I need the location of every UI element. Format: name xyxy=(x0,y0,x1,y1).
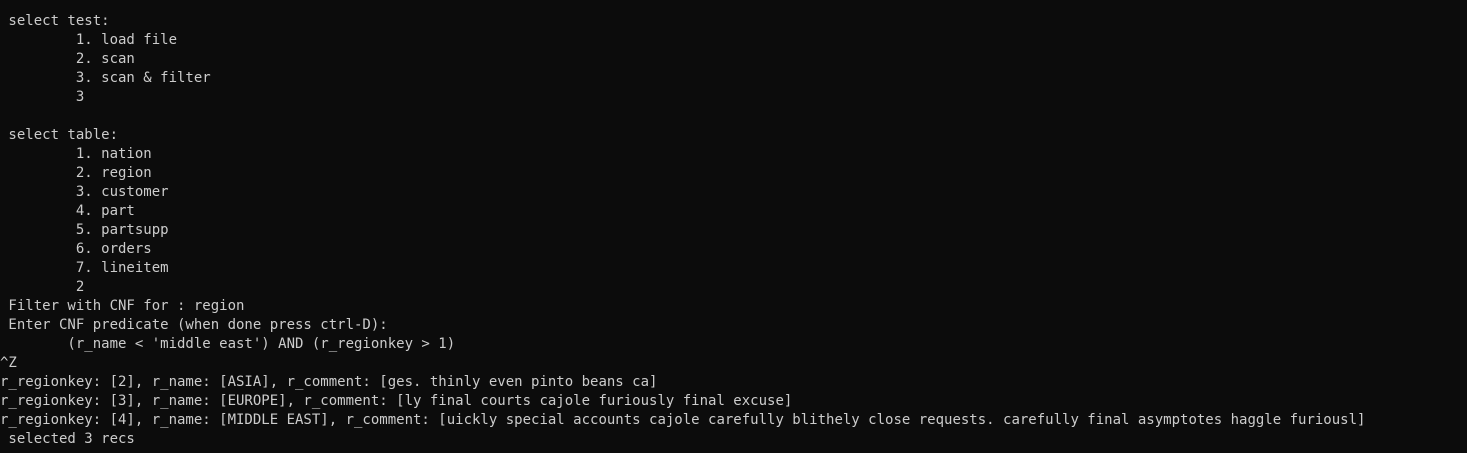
terminal-line: 3 xyxy=(0,89,85,105)
terminal-line: 3. customer xyxy=(0,184,169,200)
terminal-line: r_regionkey: [2], r_name: [ASIA], r_comm… xyxy=(0,374,658,390)
terminal-line: ^Z xyxy=(0,355,17,371)
terminal-line: 4. part xyxy=(0,203,135,219)
terminal-line: r_regionkey: [4], r_name: [MIDDLE EAST],… xyxy=(0,412,1366,428)
terminal-line: 2. scan xyxy=(0,51,135,67)
terminal-line: select table: xyxy=(0,127,119,143)
terminal-line: 2. region xyxy=(0,165,152,181)
terminal-line: 1. nation xyxy=(0,146,152,162)
terminal-line: 1. load file xyxy=(0,32,178,48)
terminal-line: Filter with CNF for : region xyxy=(0,298,245,314)
terminal-line: 7. lineitem xyxy=(0,260,169,276)
terminal-line: 5. partsupp xyxy=(0,222,169,238)
terminal-window[interactable]: select test: 1. load file 2. scan 3. sca… xyxy=(0,0,1467,453)
terminal-line: select test: xyxy=(0,13,110,29)
terminal-line: r_regionkey: [3], r_name: [EUROPE], r_co… xyxy=(0,393,793,409)
terminal-line: (r_name < 'middle east') AND (r_regionke… xyxy=(0,336,456,352)
terminal-line: 2 xyxy=(0,279,85,295)
terminal-line: 6. orders xyxy=(0,241,152,257)
terminal-line: 3. scan & filter xyxy=(0,70,211,86)
terminal-line: selected 3 recs xyxy=(0,431,135,447)
terminal-line: Enter CNF predicate (when done press ctr… xyxy=(0,317,388,333)
